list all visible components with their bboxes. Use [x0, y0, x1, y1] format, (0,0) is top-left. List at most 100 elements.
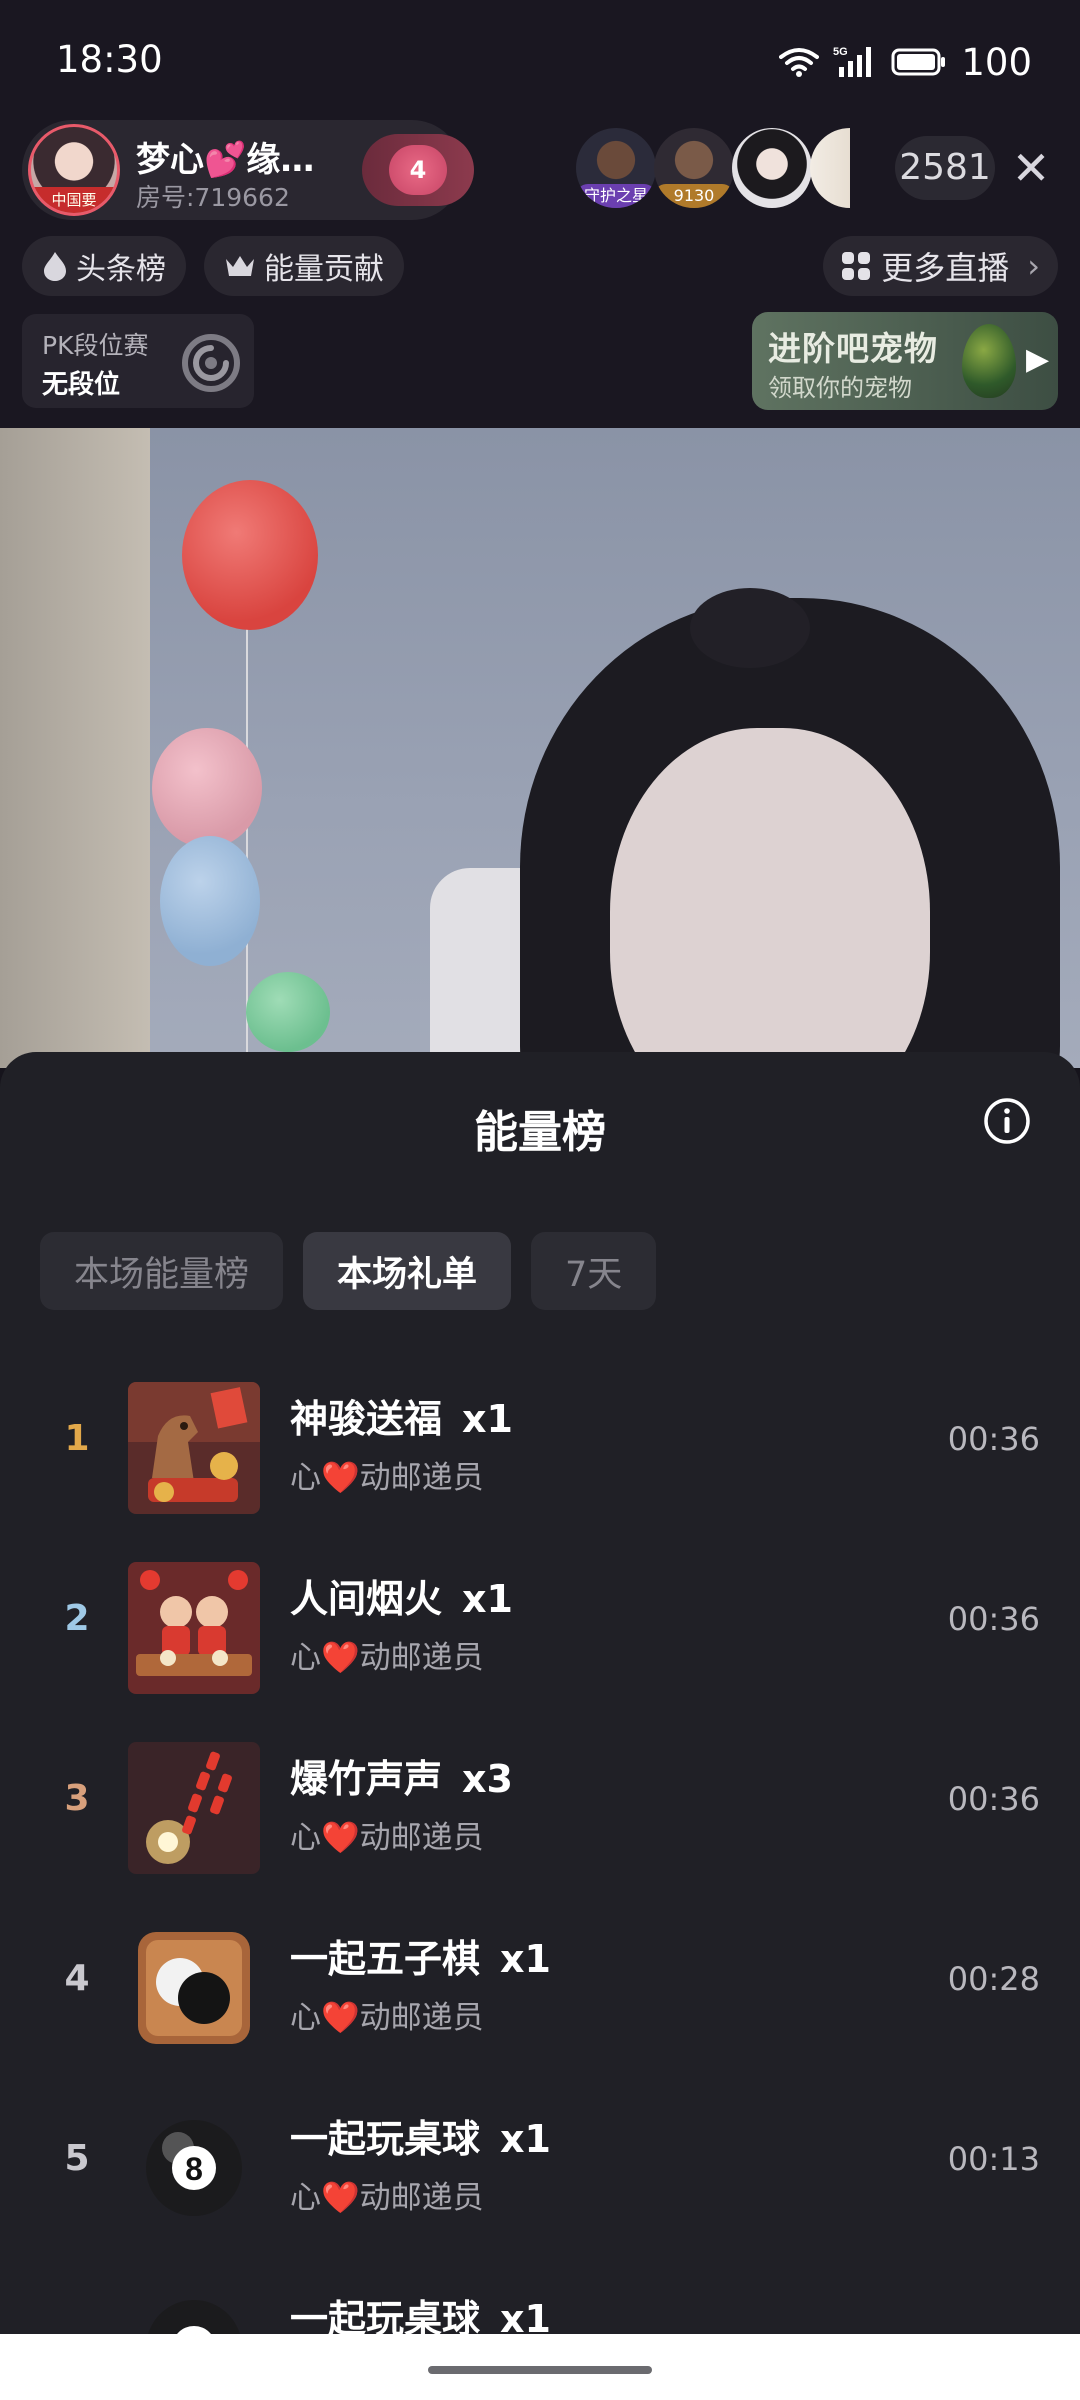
- gift-row[interactable]: 3 爆竹声声 x3 心❤️动邮递员 00:36: [0, 1722, 1080, 1882]
- close-button[interactable]: ✕: [1005, 142, 1057, 194]
- gift-row[interactable]: 5 8 一起玩桌球 x1 心❤️动邮递员 00:13: [0, 2082, 1080, 2242]
- pet-banner-subtitle: 领取你的宠物: [768, 374, 912, 402]
- red-balloon: [182, 480, 318, 630]
- gift-time: 00:36: [947, 1420, 1040, 1458]
- rank-number: 2: [64, 1598, 90, 1639]
- tab-session-energy[interactable]: 本场能量榜: [40, 1232, 284, 1310]
- horse-gift-icon: [128, 1382, 260, 1514]
- live-room-header: 18:30 5G 100 中国要 梦心💕缘… 房号:719662 4 守护之星 …: [0, 0, 1080, 428]
- gift-row[interactable]: 4 一起五子棋 x1 心❤️动邮递员 00:28: [0, 1902, 1080, 2062]
- gift-name: 神骏送福 x1: [290, 1388, 513, 1443]
- gift-time: 00:13: [947, 2140, 1040, 2178]
- home-indicator[interactable]: [428, 2366, 652, 2374]
- headline-rank-chip[interactable]: 头条榜: [22, 236, 186, 296]
- gift-quantity: x1: [462, 1577, 513, 1621]
- gift-name: 爆竹声声 x3: [290, 1748, 513, 1803]
- pk-value: 无段位: [42, 370, 121, 400]
- gift-title: 一起玩桌球: [290, 2117, 481, 2161]
- chevron-right-icon: ›: [1027, 247, 1040, 285]
- rank-number: 4: [64, 1958, 90, 1999]
- svg-text:5G: 5G: [833, 46, 848, 58]
- gift-time: 00:36: [947, 1780, 1040, 1818]
- flame-icon: [44, 252, 66, 281]
- headline-rank-label: 头条榜: [76, 252, 166, 287]
- play-arrow-icon: ▶: [1026, 342, 1050, 377]
- gift-row[interactable]: 一起玩桌球 x1: [0, 2262, 1080, 2334]
- rank-number: 1: [64, 1418, 90, 1459]
- gift-quantity: x1: [500, 2297, 551, 2334]
- tab-7-days[interactable]: 7天: [531, 1232, 657, 1310]
- grid-icon: [842, 252, 871, 280]
- viewer-avatar[interactable]: [810, 128, 850, 208]
- pk-label: PK段位赛: [42, 331, 149, 360]
- cellular-signal-icon: 5G: [833, 46, 872, 77]
- gift-quantity: x1: [500, 1937, 551, 1981]
- gift-title: 爆竹声声: [290, 1757, 443, 1801]
- pet-egg-icon: [962, 324, 1016, 398]
- gift-quantity: x1: [500, 2117, 551, 2161]
- viewer-avatar[interactable]: 守护之星: [576, 128, 656, 208]
- gift-title: 一起五子棋: [290, 1937, 481, 1981]
- gift-name: 一起玩桌球 x1: [290, 2108, 551, 2163]
- pink-balloon: [152, 728, 262, 848]
- sender-name: 心❤️动邮递员: [290, 1460, 484, 1496]
- viewer-avatar[interactable]: [732, 128, 812, 208]
- status-bar: 18:30 5G 100: [0, 0, 1080, 120]
- sender-name: 心❤️动邮递员: [290, 1820, 484, 1856]
- gift-row[interactable]: 1 神骏送福 x1 心❤️动邮递员 00:36: [0, 1362, 1080, 1522]
- rank-tabs: 本场能量榜 本场礼单 7天: [40, 1232, 657, 1310]
- gift-row[interactable]: 2 人间烟火 x1 心❤️动邮递员 00:36: [0, 1542, 1080, 1702]
- info-icon[interactable]: [982, 1096, 1032, 1146]
- fans-club-button[interactable]: 4: [362, 134, 474, 206]
- pk-rank-box[interactable]: PK段位赛 无段位: [22, 314, 254, 408]
- gift-title: 人间烟火: [290, 1577, 443, 1621]
- gift-name: 一起玩桌球 x1: [290, 2288, 551, 2334]
- streamer-hair-bun: [690, 588, 810, 668]
- curtain: [0, 428, 150, 1068]
- gift-name: 人间烟火 x1: [290, 1568, 513, 1623]
- rank-chips: 头条榜 能量贡献: [22, 236, 404, 296]
- rank-number: 5: [64, 2138, 90, 2179]
- pet-banner-title: 进阶吧宠物: [768, 329, 938, 368]
- live-video[interactable]: [0, 428, 1080, 1068]
- sender-name: 心❤️动邮递员: [290, 1640, 484, 1676]
- viewer-tag: 守护之星: [576, 184, 656, 208]
- gift-title: 神骏送福: [290, 1397, 443, 1441]
- pk-spiral-icon: [182, 334, 240, 392]
- pet-promo-banner[interactable]: 进阶吧宠物 领取你的宠物 ▶: [752, 312, 1058, 410]
- gift-quantity: x3: [462, 1757, 513, 1801]
- more-live-label: 更多直播: [881, 249, 1010, 287]
- firecracker-gift-icon: [128, 1742, 260, 1874]
- energy-contribution-label: 能量贡献: [264, 252, 384, 287]
- gift-name: 一起五子棋 x1: [290, 1928, 551, 1983]
- svg-text:8: 8: [185, 2151, 203, 2187]
- gomoku-gift-icon: [128, 1922, 260, 2054]
- blue-balloon: [160, 836, 260, 966]
- gift-time: 00:28: [947, 1960, 1040, 1998]
- host-name: 梦心💕缘…: [136, 140, 315, 180]
- billiard-ball-gift-icon: [128, 2282, 260, 2334]
- viewer-count[interactable]: 2581: [895, 136, 995, 200]
- green-balloon: [246, 972, 330, 1052]
- more-live-button[interactable]: 更多直播 ›: [823, 236, 1058, 296]
- room-number: 房号:719662: [136, 183, 290, 212]
- top-viewers: 守护之星 9130: [576, 126, 850, 210]
- host-avatar-tag: 中国要: [31, 187, 117, 213]
- energy-contribution-chip[interactable]: 能量贡献: [204, 236, 404, 296]
- sender-name: 心❤️动邮递员: [290, 2180, 484, 2216]
- crown-icon: [226, 256, 254, 276]
- host-info[interactable]: 中国要 梦心💕缘… 房号:719662 4: [22, 120, 474, 220]
- gift-time: 00:36: [947, 1600, 1040, 1638]
- gift-title: 一起玩桌球: [290, 2297, 481, 2334]
- tab-session-gift-list[interactable]: 本场礼单: [303, 1232, 512, 1310]
- gift-quantity: x1: [462, 1397, 513, 1441]
- energy-rank-sheet: 能量榜 本场能量榜 本场礼单 7天 1 神骏送福 x1 心❤️动邮递员 00:3…: [0, 1052, 1080, 2334]
- status-icons: 5G 100: [779, 40, 1032, 84]
- sheet-title: 能量榜: [474, 1107, 606, 1158]
- host-avatar[interactable]: 中国要: [28, 124, 120, 216]
- streamer-face: [610, 728, 930, 1068]
- sender-name: 心❤️动邮递员: [290, 2000, 484, 2036]
- wifi-icon: [779, 48, 820, 77]
- battery-level: 100: [961, 40, 1032, 84]
- viewer-avatar[interactable]: 9130: [654, 128, 734, 208]
